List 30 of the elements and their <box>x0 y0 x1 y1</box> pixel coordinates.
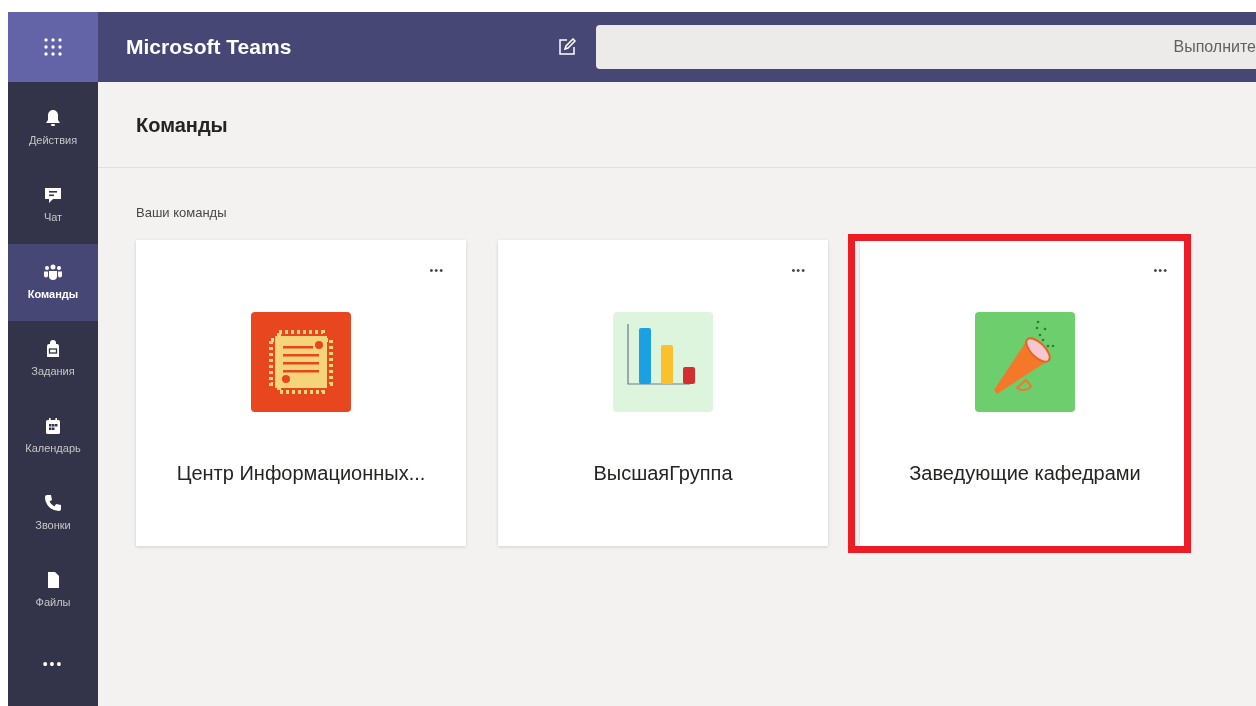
calendar-icon <box>43 416 63 437</box>
team-name: Заведующие кафедрами <box>908 461 1142 486</box>
rail-item[interactable]: Задания <box>8 321 98 398</box>
more-options-button[interactable]: ••• <box>429 262 444 279</box>
rail-item[interactable]: Чат <box>8 167 98 244</box>
more-options-button[interactable]: ••• <box>791 262 806 279</box>
rail-item[interactable]: Команды <box>8 244 98 321</box>
compose-icon[interactable] <box>558 38 576 56</box>
chat-icon <box>43 185 63 206</box>
team-card[interactable]: ••• ВысшаяГруппа <box>498 240 828 546</box>
rail-item[interactable]: Файлы <box>8 552 98 629</box>
rail-item[interactable]: Действия <box>8 90 98 167</box>
app-grid-icon <box>43 37 63 57</box>
search-field[interactable]: Выполните <box>596 25 1256 69</box>
team-name: Центр Информационных... <box>175 461 427 486</box>
team-card[interactable]: ••• Центр Информационных... <box>136 240 466 546</box>
bar-chart-icon <box>613 312 713 412</box>
megaphone-icon <box>975 312 1075 412</box>
page-title: Команды <box>136 112 228 138</box>
app-title: Microsoft Teams <box>126 34 292 61</box>
more-apps-button[interactable]: ••• <box>8 629 98 699</box>
people-icon <box>43 262 63 283</box>
rail-item[interactable]: Звонки <box>8 475 98 552</box>
phone-icon <box>43 493 63 514</box>
rail-item[interactable]: Календарь <box>8 398 98 475</box>
circuit-chip-icon <box>251 312 351 412</box>
more-options-button[interactable]: ••• <box>1153 262 1168 279</box>
team-name: ВысшаяГруппа <box>592 461 734 486</box>
section-label: Ваши команды <box>136 205 227 220</box>
bell-icon <box>43 108 63 129</box>
